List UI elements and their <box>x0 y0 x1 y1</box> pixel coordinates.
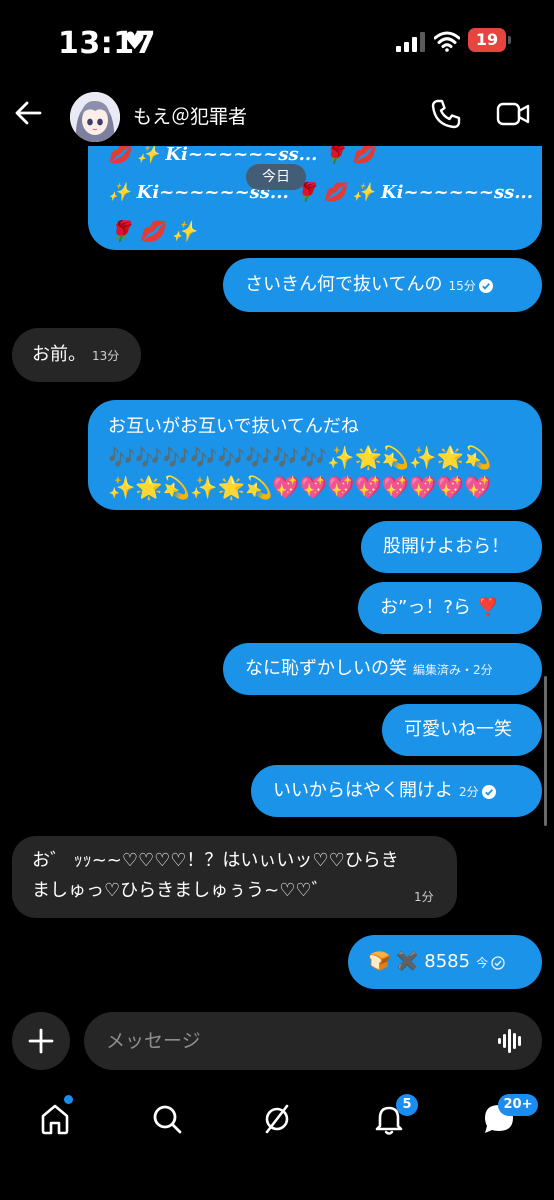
bottom-nav: 5 20+ <box>0 1084 554 1154</box>
message-bubble-sent[interactable]: さいきん何で抜いてんの 15分 <box>223 258 542 312</box>
phone-icon[interactable] <box>430 98 462 130</box>
status-bar: 13:17 ♥ 19 <box>0 0 554 84</box>
message-bubble-received[interactable]: お゛ ｯｯ~~♡♡♡♡！？はいぃいッ♡♡ひらき ましゅっ♡ひらきましゅぅう~♡♡… <box>12 836 457 918</box>
message-text: さいきん何で抜いてんの <box>245 274 443 295</box>
notifications-badge: 5 <box>396 1094 418 1116</box>
message-list: 今日 💋 ✨ Ki~~~~~~ss... 🌹 💋 ✨ Ki~~~~~~ss...… <box>0 146 554 1006</box>
message-bubble-sent[interactable]: 股開けよおら！ <box>361 521 542 573</box>
message-text: ましゅっ♡ひらきましゅぅう~♡♡゛ <box>32 880 330 901</box>
read-check-icon <box>481 785 496 799</box>
chat-header: もえ＠犯罪者 <box>0 84 554 146</box>
message-text: ✨ Ki~~~~~~ss... 🌹 💋 ✨ Ki~~~~~~ss... <box>108 182 534 203</box>
plus-icon <box>28 1028 54 1054</box>
emoji-row: ✨🌟💫✨🌟💫💖💖💖💖💖💖💖💖 <box>108 476 492 501</box>
message-text: 🍞 ✖️ 8585 <box>368 951 471 972</box>
message-time: 編集済み・2分 <box>413 663 493 677</box>
message-text: いいからはやく開けよ <box>273 780 453 801</box>
wifi-icon <box>434 31 460 52</box>
signal-icon <box>396 32 425 52</box>
add-attachment-button[interactable] <box>12 1012 70 1070</box>
message-time: 15分 <box>448 279 476 293</box>
avatar-image <box>70 92 120 142</box>
read-check-icon <box>478 279 493 293</box>
contact-name[interactable]: もえ＠犯罪者 <box>133 102 247 129</box>
heart-icon: ♥ <box>124 27 146 55</box>
dm-screen: 13:17 ♥ 19 もえ＠犯罪者 今日 💋 ✨ Ki~~~~~~ss... 🌹… <box>0 0 554 1200</box>
message-text: 可愛いね一笑 <box>404 719 512 740</box>
message-text: お互いがお互いで抜いてんだね <box>108 416 359 437</box>
date-divider: 今日 <box>246 164 306 190</box>
message-time: 1分 <box>414 890 434 904</box>
message-text: 🌹 💋 ✨ <box>108 219 197 243</box>
message-time: 今 <box>476 956 489 970</box>
message-text: お”っ！?ら ❣️ <box>380 597 500 618</box>
message-text: お゛ ｯｯ~~♡♡♡♡！？はいぃいッ♡♡ひらき <box>32 850 399 871</box>
search-icon[interactable] <box>144 1096 190 1142</box>
message-bubble-sent[interactable]: 🍞 ✖️ 8585 今 <box>348 935 542 989</box>
message-input[interactable] <box>84 1012 542 1070</box>
message-time: 2分 <box>459 785 479 799</box>
battery-indicator: 19 <box>468 28 506 52</box>
scrollbar[interactable] <box>544 676 547 826</box>
message-bubble-sent[interactable]: 可愛いね一笑 <box>382 704 542 756</box>
message-bubble-sent[interactable]: いいからはやく開けよ 2分 <box>251 765 542 817</box>
message-text: お前。 <box>32 344 86 365</box>
message-text: 💋 ✨ Ki~~~~~~ss... 🌹 💋 <box>108 146 375 165</box>
emoji-row: 🎶🎶🎶🎶🎶🎶🎶🎶✨🌟💫✨🌟💫 <box>108 446 492 471</box>
message-time: 13分 <box>92 349 120 363</box>
message-bubble-sent[interactable]: お”っ！?ら ❣️ <box>358 582 542 634</box>
sent-check-icon <box>491 956 505 970</box>
messages-badge: 20+ <box>498 1094 538 1116</box>
message-text: 股開けよおら！ <box>383 536 509 557</box>
message-bubble-received[interactable]: お前。 13分 <box>12 328 141 382</box>
voice-message-icon[interactable] <box>497 1028 525 1054</box>
feeds-icon[interactable] <box>254 1096 300 1142</box>
video-call-icon[interactable] <box>496 99 530 129</box>
home-unread-dot <box>64 1095 73 1104</box>
battery-tip <box>508 36 511 44</box>
message-text: なに恥ずかしいの笑 <box>245 658 407 679</box>
avatar[interactable] <box>70 92 120 142</box>
message-bubble-sent[interactable]: お互いがお互いで抜いてんだね 🎶🎶🎶🎶🎶🎶🎶🎶✨🌟💫✨🌟💫 ✨🌟💫✨🌟💫💖💖💖💖… <box>88 400 542 510</box>
message-bubble-sent[interactable]: なに恥ずかしいの笑 編集済み・2分 <box>223 643 542 695</box>
message-bubble-sent[interactable]: 💋 ✨ Ki~~~~~~ss... 🌹 💋 ✨ Ki~~~~~~ss... 🌹 … <box>88 146 542 250</box>
back-arrow-icon[interactable] <box>12 96 46 130</box>
